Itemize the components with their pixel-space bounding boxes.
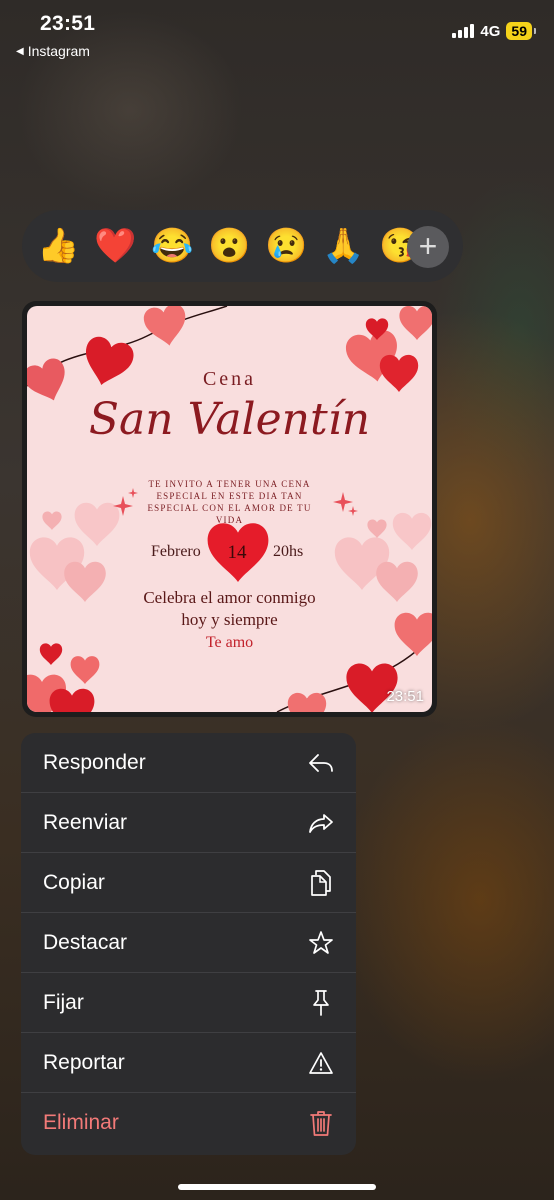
menu-item-reply[interactable]: Responder bbox=[21, 733, 356, 793]
back-to-app-link[interactable]: ◀ Instagram bbox=[16, 43, 90, 59]
back-arrow-icon: ◀ bbox=[16, 45, 24, 57]
pin-icon bbox=[308, 989, 334, 1016]
signal-icon bbox=[452, 24, 475, 38]
network-type: 4G bbox=[480, 22, 501, 40]
context-menu: Responder Reenviar Copiar Destacar Fijar… bbox=[21, 733, 356, 1155]
menu-item-star[interactable]: Destacar bbox=[21, 913, 356, 973]
menu-item-label: Responder bbox=[43, 750, 146, 774]
reaction-pray[interactable]: 🙏 bbox=[321, 229, 366, 263]
reaction-laugh[interactable]: 😂 bbox=[150, 229, 195, 263]
reaction-bar: 👍 ❤️ 😂 😮 😢 🙏 😘 + bbox=[22, 210, 463, 282]
card-celebrate-line2: hoy y siempre bbox=[181, 610, 278, 629]
card-hour: 20hs bbox=[273, 543, 304, 560]
battery-icon: 59 bbox=[506, 22, 536, 40]
reaction-surprised[interactable]: 😮 bbox=[207, 229, 252, 263]
menu-item-label: Reenviar bbox=[43, 810, 128, 834]
back-app-label: Instagram bbox=[27, 43, 90, 59]
reply-icon bbox=[308, 750, 334, 776]
menu-item-label: Destacar bbox=[43, 930, 128, 954]
card-celebrate-line1: Celebra el amor conmigo bbox=[143, 588, 316, 607]
forward-icon bbox=[308, 810, 334, 836]
menu-item-label: Reportar bbox=[43, 1050, 125, 1074]
message-timestamp: 23:51 bbox=[386, 688, 424, 705]
add-reaction-button[interactable]: + bbox=[407, 226, 449, 268]
copy-icon bbox=[308, 869, 334, 896]
card-heading: Cena bbox=[202, 368, 257, 390]
status-indicators: 4G 59 bbox=[452, 22, 536, 40]
reaction-heart[interactable]: ❤️ bbox=[93, 229, 138, 263]
menu-item-label: Fijar bbox=[43, 990, 84, 1014]
menu-item-copy[interactable]: Copiar bbox=[21, 853, 356, 913]
menu-item-label: Copiar bbox=[43, 870, 105, 894]
warning-icon bbox=[308, 1050, 334, 1076]
card-title: San Valentín bbox=[88, 394, 371, 445]
invitation-image: Cena San Valentín TE INVITO A TENER UNA … bbox=[27, 306, 432, 712]
card-month: Febrero bbox=[151, 543, 201, 560]
menu-item-delete[interactable]: Eliminar bbox=[21, 1093, 356, 1153]
reaction-thumbs-up[interactable]: 👍 bbox=[36, 229, 81, 263]
card-invite-text: TE INVITO A TENER UNA CENA ESPECIAL EN E… bbox=[147, 479, 312, 525]
home-indicator[interactable] bbox=[178, 1184, 376, 1190]
menu-item-label: Eliminar bbox=[43, 1111, 119, 1134]
menu-item-forward[interactable]: Reenviar bbox=[21, 793, 356, 853]
card-celebrate: Celebra el amor conmigo hoy y siempre bbox=[27, 587, 432, 631]
trash-icon bbox=[308, 1110, 334, 1136]
status-bar: 23:51 ◀ Instagram 4G 59 bbox=[0, 0, 554, 70]
menu-item-report[interactable]: Reportar bbox=[21, 1033, 356, 1093]
status-time: 23:51 bbox=[40, 12, 96, 35]
menu-item-pin[interactable]: Fijar bbox=[21, 973, 356, 1033]
card-closing: Te amo bbox=[205, 634, 254, 651]
message-bubble[interactable]: Cena San Valentín TE INVITO A TENER UNA … bbox=[22, 301, 437, 717]
card-day: 14 bbox=[227, 542, 247, 563]
reaction-crying[interactable]: 😢 bbox=[264, 229, 309, 263]
star-icon bbox=[308, 930, 334, 956]
